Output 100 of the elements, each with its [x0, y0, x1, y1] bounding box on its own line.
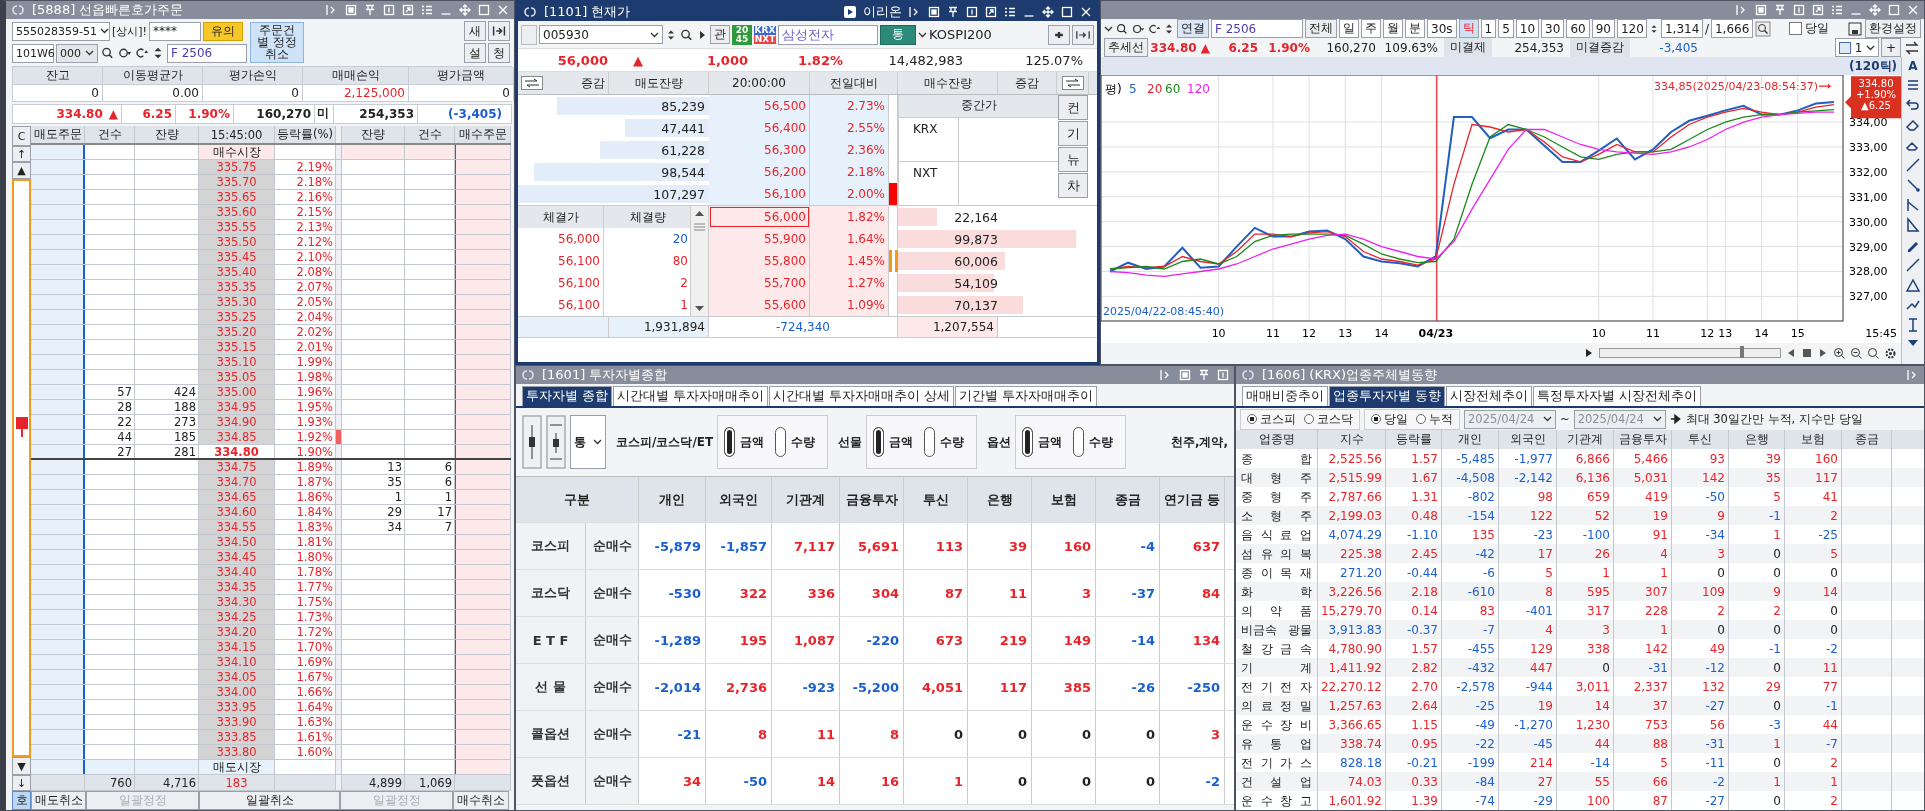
- scroll-down-button[interactable]: ▼: [12, 757, 31, 775]
- triangle-icon[interactable]: [1905, 217, 1921, 233]
- period-tab[interactable]: 60: [1566, 19, 1590, 38]
- scroll-thumb[interactable]: [15, 417, 29, 439]
- order-cell[interactable]: [31, 220, 85, 235]
- side-button[interactable]: 뉴: [1058, 147, 1088, 172]
- order-cell[interactable]: [31, 400, 85, 415]
- clear-button[interactable]: 청: [488, 43, 510, 64]
- order-cell[interactable]: [31, 340, 85, 355]
- order-cell[interactable]: [455, 190, 511, 205]
- tab[interactable]: 시장전체추이: [1446, 386, 1532, 406]
- order-cell[interactable]: [455, 385, 511, 400]
- quote-tab[interactable]: 호: [12, 791, 31, 810]
- search-icon[interactable]: [1755, 20, 1771, 37]
- order-cell[interactable]: [31, 415, 85, 430]
- order-cell[interactable]: [455, 535, 511, 550]
- order-cell[interactable]: [31, 355, 85, 370]
- order-cell[interactable]: [455, 325, 511, 340]
- order-cell[interactable]: [455, 415, 511, 430]
- radio-button[interactable]: [924, 427, 936, 457]
- order-cell[interactable]: [31, 295, 85, 310]
- price-cell[interactable]: 55,900: [709, 228, 810, 250]
- order-cell[interactable]: [455, 460, 511, 475]
- order-cell[interactable]: [31, 325, 85, 340]
- period-tab[interactable]: 30s: [1427, 19, 1457, 38]
- market-order-cell[interactable]: 매도시장: [199, 760, 275, 775]
- order-cell[interactable]: [455, 400, 511, 415]
- candle-icon[interactable]: [522, 415, 542, 469]
- stock-name-field[interactable]: 삼성전자: [778, 24, 878, 45]
- type-select[interactable]: 통: [570, 415, 606, 469]
- scroll-bar[interactable]: [690, 206, 708, 316]
- order-cell[interactable]: [31, 160, 85, 175]
- order-cell[interactable]: [455, 595, 511, 610]
- order-cell[interactable]: [31, 475, 85, 490]
- today-checkbox[interactable]: 당일: [1789, 20, 1829, 37]
- order-cell[interactable]: [31, 265, 85, 280]
- order-cell[interactable]: [455, 670, 511, 685]
- order-cell[interactable]: [31, 685, 85, 700]
- order-cell[interactable]: [455, 490, 511, 505]
- order-cell[interactable]: [31, 490, 85, 505]
- price-cell[interactable]: 56,400: [709, 117, 810, 139]
- order-cell[interactable]: [455, 700, 511, 715]
- settings-button[interactable]: 설: [464, 43, 486, 64]
- grip-icon[interactable]: [692, 220, 707, 234]
- radio-button[interactable]: [873, 427, 885, 457]
- order-cell[interactable]: [455, 640, 511, 655]
- tab[interactable]: 기간별 투자자매매추이: [954, 386, 1097, 406]
- order-cell[interactable]: [455, 625, 511, 640]
- order-cell[interactable]: [31, 505, 85, 520]
- period-tab[interactable]: 월: [1383, 19, 1403, 38]
- order-cell[interactable]: [455, 505, 511, 520]
- new-button[interactable]: 새: [464, 21, 486, 42]
- order-cell[interactable]: [31, 535, 85, 550]
- order-cell[interactable]: [455, 685, 511, 700]
- order-cell[interactable]: [31, 730, 85, 745]
- order-cell[interactable]: [455, 520, 511, 535]
- order-cell[interactable]: [31, 145, 85, 160]
- order-cell[interactable]: [31, 550, 85, 565]
- add-button[interactable]: +: [1881, 38, 1901, 57]
- order-cell[interactable]: [455, 475, 511, 490]
- radio-button[interactable]: 코스피: [1247, 411, 1296, 427]
- zoom-out-icon[interactable]: [1850, 346, 1863, 360]
- candle-icon[interactable]: [546, 415, 566, 469]
- cancel-button[interactable]: 매수취소: [453, 791, 509, 810]
- side-button[interactable]: 차: [1058, 173, 1088, 198]
- order-cell[interactable]: [455, 730, 511, 745]
- period-tab[interactable]: 일: [1339, 19, 1359, 38]
- list-icon[interactable]: [1004, 6, 1016, 18]
- order-cell[interactable]: [455, 280, 511, 295]
- pin-icon[interactable]: [947, 6, 959, 18]
- price-cell[interactable]: 56,500: [709, 95, 810, 117]
- order-cell[interactable]: [455, 370, 511, 385]
- side-button[interactable]: 기: [1058, 121, 1088, 146]
- order-cell[interactable]: [31, 580, 85, 595]
- trend-line-button[interactable]: 추세선: [1104, 38, 1148, 57]
- dock-icon[interactable]: [488, 21, 510, 42]
- order-correction-button[interactable]: 주문건별 정정취소: [250, 21, 304, 63]
- order-cell[interactable]: [31, 175, 85, 190]
- order-cell[interactable]: [31, 205, 85, 220]
- line-icon[interactable]: [1905, 257, 1921, 273]
- order-cell[interactable]: [455, 265, 511, 280]
- type-button[interactable]: 통: [880, 24, 916, 45]
- order-cell[interactable]: [31, 370, 85, 385]
- order-cell[interactable]: [455, 580, 511, 595]
- triangle-icon[interactable]: [1905, 277, 1921, 293]
- period-tab[interactable]: 30: [1541, 19, 1565, 38]
- order-cell[interactable]: [31, 565, 85, 580]
- radio-button[interactable]: [724, 427, 736, 457]
- order-cell[interactable]: [31, 430, 85, 445]
- price-cell[interactable]: 55,600: [709, 294, 810, 316]
- eraser-icon[interactable]: [1905, 117, 1921, 133]
- period-tab[interactable]: 90: [1591, 19, 1615, 38]
- order-cell[interactable]: [455, 550, 511, 565]
- zoom-in-icon[interactable]: [1833, 346, 1846, 360]
- order-cell[interactable]: [31, 520, 85, 535]
- market-order-cell[interactable]: 매수시장: [199, 145, 275, 160]
- price-cell[interactable]: 55,800: [709, 250, 810, 272]
- tab[interactable]: 시간대별 투자자매매추이: [613, 386, 768, 406]
- order-cell[interactable]: [31, 655, 85, 670]
- order-cell[interactable]: [31, 280, 85, 295]
